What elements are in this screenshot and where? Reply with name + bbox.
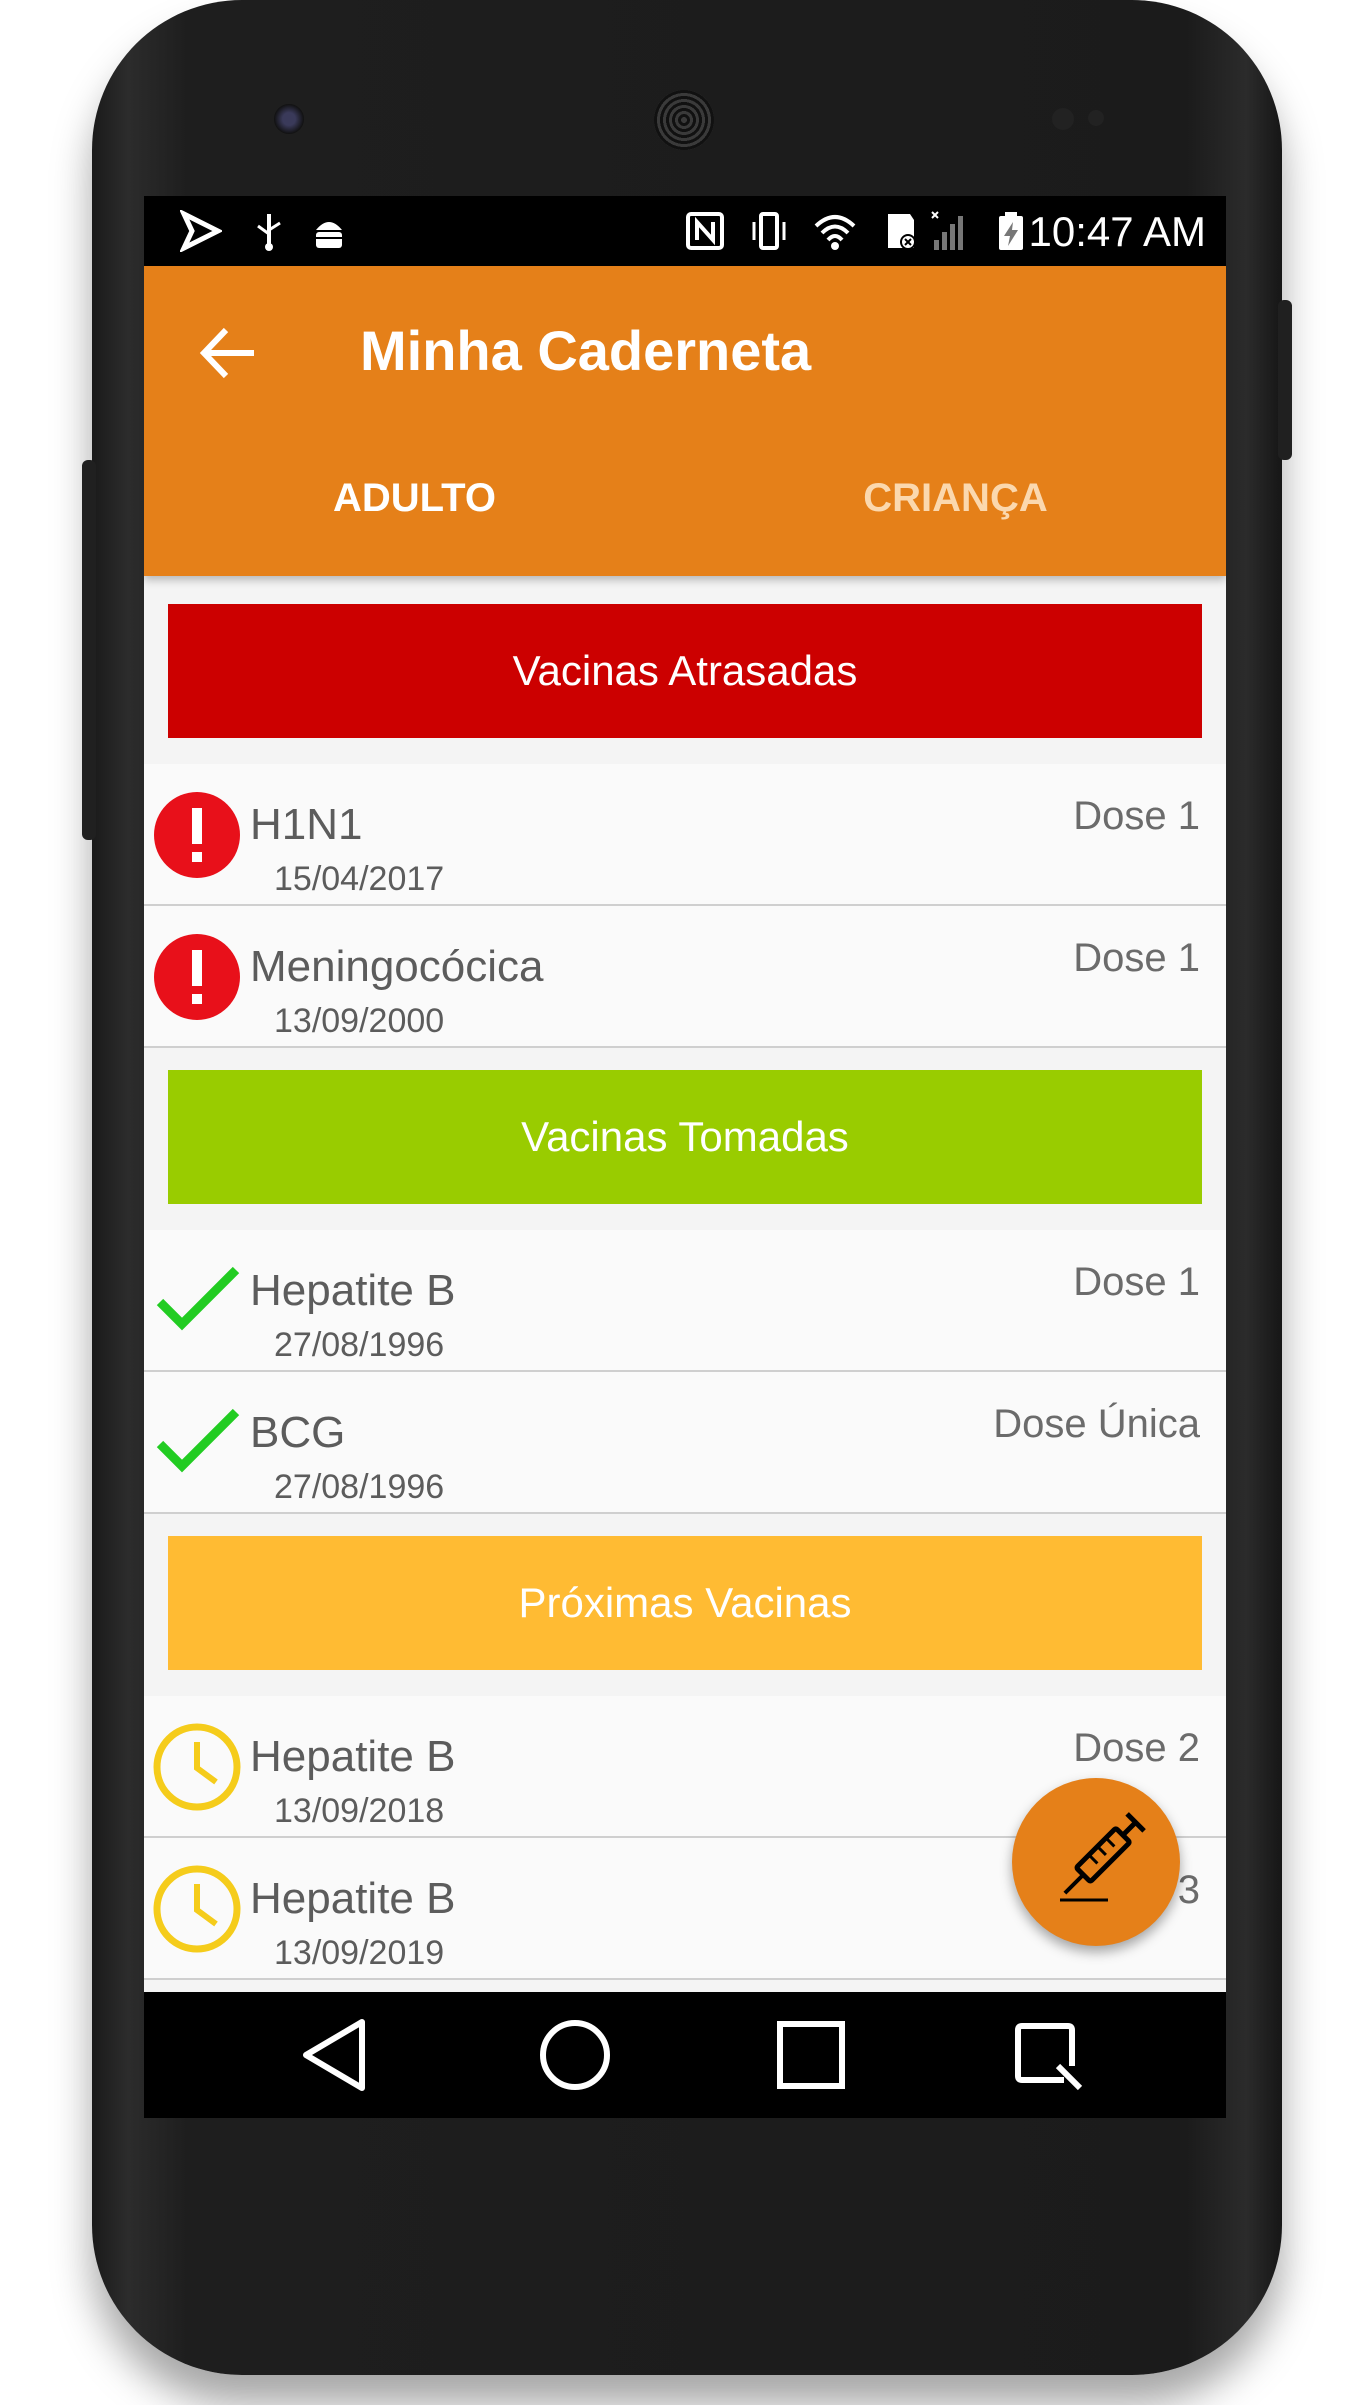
syringe-icon bbox=[1060, 1812, 1146, 1902]
play-store-icon bbox=[180, 210, 222, 252]
signal-icon bbox=[931, 211, 963, 250]
vaccine-name: BCG bbox=[250, 1408, 346, 1457]
screenshot-icon[interactable] bbox=[1006, 2014, 1088, 2096]
status-time: 10:47 AM bbox=[1028, 208, 1206, 255]
vaccine-dose: Dose 1 bbox=[1073, 1260, 1200, 1304]
usb-icon bbox=[257, 214, 281, 251]
vaccine-name: Meningocócica bbox=[250, 942, 544, 991]
alert-icon bbox=[154, 934, 240, 1020]
vaccine-dose: Dose 2 bbox=[1073, 1726, 1200, 1770]
app-screen: 10:47 AM Minha Caderneta ADULTO CRIANÇA … bbox=[144, 196, 1226, 2118]
vaccine-name: Hepatite B bbox=[250, 1266, 456, 1315]
page-title: Minha Caderneta bbox=[360, 319, 812, 382]
proximity-sensor bbox=[1052, 108, 1074, 130]
arrow-back-icon[interactable] bbox=[194, 318, 264, 388]
list-item[interactable]: Meningocócica 13/09/2000 Dose 1 bbox=[144, 906, 1226, 1048]
clock-icon bbox=[153, 1723, 241, 1811]
section-header-tomadas: Vacinas Tomadas bbox=[168, 1070, 1202, 1204]
status-bar: 10:47 AM bbox=[144, 196, 1226, 266]
light-sensor bbox=[1088, 110, 1104, 126]
vaccine-date: 13/09/2018 bbox=[274, 1792, 445, 1830]
check-icon bbox=[156, 1408, 240, 1473]
vaccine-date: 27/08/1996 bbox=[274, 1468, 445, 1506]
vaccine-date: 13/09/2000 bbox=[274, 1002, 445, 1040]
app-bar: Minha Caderneta ADULTO CRIANÇA bbox=[144, 266, 1226, 576]
list-item[interactable]: H1N1 15/04/2017 Dose 1 bbox=[144, 764, 1226, 906]
tab-crianca[interactable]: CRIANÇA bbox=[685, 476, 1226, 521]
add-vaccine-fab[interactable] bbox=[1012, 1778, 1180, 1946]
vaccine-dose: 3 bbox=[1177, 1868, 1200, 1912]
vibrate-icon bbox=[752, 212, 786, 250]
vaccine-dose: Dose 1 bbox=[1073, 936, 1200, 980]
vaccine-dose: Dose Única bbox=[993, 1402, 1200, 1446]
recents-square-icon[interactable] bbox=[770, 2014, 852, 2096]
vaccine-date: 13/09/2019 bbox=[274, 1934, 445, 1972]
vaccine-dose: Dose 1 bbox=[1073, 794, 1200, 838]
list-item[interactable]: BCG 27/08/1996 Dose Única bbox=[144, 1372, 1226, 1514]
earpiece-speaker bbox=[654, 90, 714, 150]
sd-card-icon bbox=[888, 214, 916, 250]
clock-icon bbox=[153, 1865, 241, 1953]
wifi-icon bbox=[814, 215, 856, 250]
list-item[interactable]: Hepatite B 27/08/1996 Dose 1 bbox=[144, 1230, 1226, 1372]
android-debug-icon bbox=[310, 222, 348, 248]
battery-charging-icon bbox=[999, 212, 1023, 250]
home-circle-icon[interactable] bbox=[534, 2014, 616, 2096]
vaccine-date: 27/08/1996 bbox=[274, 1326, 445, 1364]
volume-button bbox=[1278, 300, 1292, 460]
vaccine-name: H1N1 bbox=[250, 800, 363, 849]
section-header-proximas: Próximas Vacinas bbox=[168, 1536, 1202, 1670]
navigation-bar bbox=[144, 1992, 1226, 2118]
power-button bbox=[82, 460, 96, 840]
front-camera bbox=[274, 104, 304, 134]
vaccine-date: 15/04/2017 bbox=[274, 860, 445, 898]
back-triangle-icon[interactable] bbox=[296, 2014, 378, 2096]
check-icon bbox=[156, 1266, 240, 1331]
alert-icon bbox=[154, 792, 240, 878]
section-header-atrasadas: Vacinas Atrasadas bbox=[168, 604, 1202, 738]
vaccine-name: Hepatite B bbox=[250, 1732, 456, 1781]
tab-adulto[interactable]: ADULTO bbox=[144, 476, 685, 521]
vaccine-name: Hepatite B bbox=[250, 1874, 456, 1923]
nfc-icon bbox=[686, 212, 724, 250]
